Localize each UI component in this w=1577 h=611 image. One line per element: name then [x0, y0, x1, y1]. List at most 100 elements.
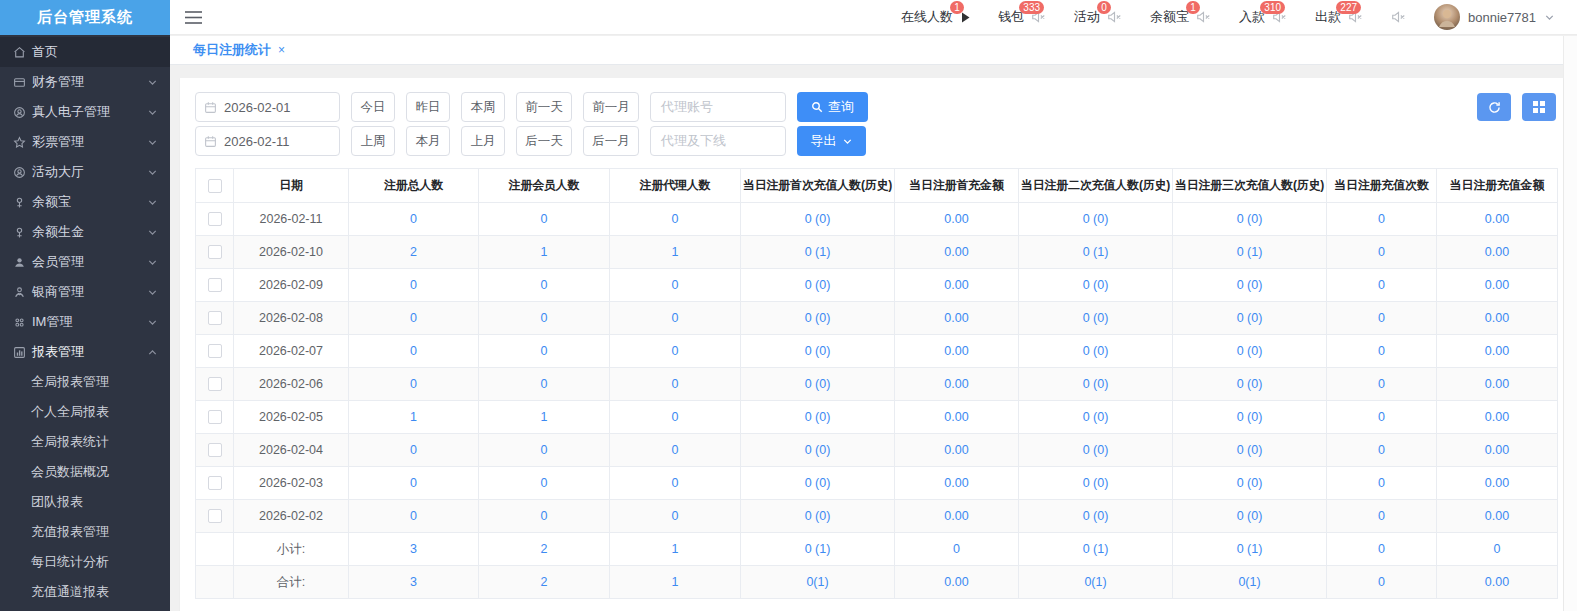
value-cell[interactable]: 0 (0)	[1019, 500, 1173, 533]
value-cell[interactable]: 0.00	[895, 203, 1019, 236]
tab-daily-registration[interactable]: 每日注册统计 ×	[193, 41, 285, 59]
value-cell[interactable]: 0	[349, 467, 479, 500]
topbar-item-6[interactable]	[1391, 10, 1406, 24]
value-cell[interactable]: 0 (0)	[741, 434, 895, 467]
sidebar-item-3[interactable]: 彩票管理	[0, 127, 170, 157]
value-cell[interactable]: 0	[349, 434, 479, 467]
value-cell[interactable]: 0 (1)	[1019, 236, 1173, 269]
sidebar-subitem-4[interactable]: 团队报表	[0, 487, 170, 517]
value-cell[interactable]: 0	[610, 302, 741, 335]
value-cell[interactable]: 0 (0)	[1019, 368, 1173, 401]
value-cell[interactable]: 2	[349, 236, 479, 269]
agent-account-input[interactable]: 代理账号	[650, 92, 786, 122]
value-cell[interactable]: 0.00	[1437, 434, 1558, 467]
refresh-button[interactable]	[1477, 93, 1511, 121]
row-checkbox[interactable]	[208, 410, 222, 424]
value-cell[interactable]: 0 (1)	[741, 236, 895, 269]
tab-close-icon[interactable]: ×	[278, 43, 285, 57]
value-cell[interactable]: 0.00	[895, 467, 1019, 500]
sidebar-subitem-1[interactable]: 个人全局报表	[0, 397, 170, 427]
quick-date-button-前一月[interactable]: 前一月	[583, 92, 639, 122]
select-all-checkbox[interactable]	[208, 179, 222, 193]
value-cell[interactable]: 0	[610, 335, 741, 368]
quick-date-button-今日[interactable]: 今日	[351, 92, 395, 122]
sidebar-item-2[interactable]: 真人电子管理	[0, 97, 170, 127]
sidebar-item-8[interactable]: 银商管理	[0, 277, 170, 307]
value-cell[interactable]: 0.00	[895, 434, 1019, 467]
sidebar-subitem-7[interactable]: 充值通道报表	[0, 577, 170, 607]
topbar-item-1[interactable]: 钱包333	[998, 8, 1046, 26]
column-settings-button[interactable]	[1522, 93, 1556, 121]
row-checkbox[interactable]	[208, 377, 222, 391]
value-cell[interactable]: 0 (0)	[741, 500, 895, 533]
value-cell[interactable]: 0 (0)	[741, 467, 895, 500]
value-cell[interactable]: 0.00	[895, 335, 1019, 368]
sidebar-subitem-5[interactable]: 充值报表管理	[0, 517, 170, 547]
quick-date-button-后一天[interactable]: 后一天	[516, 126, 572, 156]
value-cell[interactable]: 0.00	[895, 500, 1019, 533]
value-cell[interactable]: 0.00	[1437, 335, 1558, 368]
value-cell[interactable]: 0.00	[895, 401, 1019, 434]
value-cell[interactable]: 0 (0)	[1173, 401, 1327, 434]
export-button[interactable]: 导出	[797, 126, 866, 156]
value-cell[interactable]: 0 (0)	[1019, 269, 1173, 302]
play-icon[interactable]	[961, 12, 970, 23]
value-cell[interactable]: 0	[610, 368, 741, 401]
value-cell[interactable]: 0 (0)	[1173, 368, 1327, 401]
quick-date-button-上月[interactable]: 上月	[461, 126, 505, 156]
value-cell[interactable]: 0 (0)	[1173, 467, 1327, 500]
value-cell[interactable]: 0	[479, 203, 610, 236]
sidebar-item-0[interactable]: 首页	[0, 37, 170, 67]
value-cell[interactable]: 1	[610, 236, 741, 269]
row-checkbox[interactable]	[208, 509, 222, 523]
value-cell[interactable]: 0.00	[895, 368, 1019, 401]
sidebar-subitem-0[interactable]: 全局报表管理	[0, 367, 170, 397]
vertical-scrollbar[interactable]	[1563, 36, 1577, 611]
sidebar-subitem-6[interactable]: 每日统计分析	[0, 547, 170, 577]
quick-date-button-前一天[interactable]: 前一天	[516, 92, 572, 122]
quick-date-button-后一月[interactable]: 后一月	[583, 126, 639, 156]
value-cell[interactable]: 0	[610, 500, 741, 533]
user-menu[interactable]: bonnie7781	[1434, 4, 1555, 30]
value-cell[interactable]: 0.00	[895, 302, 1019, 335]
topbar-item-2[interactable]: 活动0	[1074, 8, 1122, 26]
value-cell[interactable]: 0	[479, 302, 610, 335]
value-cell[interactable]: 0	[349, 368, 479, 401]
value-cell[interactable]: 0 (0)	[741, 335, 895, 368]
value-cell[interactable]: 0 (0)	[1173, 203, 1327, 236]
quick-date-button-昨日[interactable]: 昨日	[406, 92, 450, 122]
value-cell[interactable]: 0	[349, 302, 479, 335]
value-cell[interactable]: 0	[479, 434, 610, 467]
value-cell[interactable]: 0.00	[1437, 203, 1558, 236]
speaker-mute-icon[interactable]	[1391, 10, 1406, 24]
value-cell[interactable]: 0.00	[1437, 302, 1558, 335]
value-cell[interactable]: 0.00	[1437, 401, 1558, 434]
value-cell[interactable]: 0 (0)	[1173, 269, 1327, 302]
value-cell[interactable]: 0	[479, 335, 610, 368]
sidebar-item-1[interactable]: 财务管理	[0, 67, 170, 97]
value-cell[interactable]: 0	[1327, 500, 1437, 533]
value-cell[interactable]: 0	[1327, 335, 1437, 368]
date-to-input[interactable]: 2026-02-11	[195, 126, 340, 156]
row-checkbox[interactable]	[208, 344, 222, 358]
row-checkbox[interactable]	[208, 443, 222, 457]
sidebar-item-7[interactable]: 会员管理	[0, 247, 170, 277]
value-cell[interactable]: 0 (0)	[741, 368, 895, 401]
value-cell[interactable]: 0	[610, 434, 741, 467]
value-cell[interactable]: 1	[479, 236, 610, 269]
row-checkbox[interactable]	[208, 311, 222, 325]
value-cell[interactable]: 0	[610, 467, 741, 500]
value-cell[interactable]: 0	[1327, 269, 1437, 302]
value-cell[interactable]: 0.00	[1437, 236, 1558, 269]
value-cell[interactable]: 0	[349, 269, 479, 302]
value-cell[interactable]: 0	[349, 500, 479, 533]
row-checkbox[interactable]	[208, 278, 222, 292]
sidebar-item-6[interactable]: 余额生金	[0, 217, 170, 247]
value-cell[interactable]: 0 (0)	[741, 401, 895, 434]
sidebar-item-5[interactable]: 余额宝	[0, 187, 170, 217]
value-cell[interactable]: 0	[349, 335, 479, 368]
value-cell[interactable]: 0	[1327, 467, 1437, 500]
value-cell[interactable]: 0	[1327, 302, 1437, 335]
search-button[interactable]: 查询	[797, 92, 868, 122]
value-cell[interactable]: 0	[1327, 203, 1437, 236]
